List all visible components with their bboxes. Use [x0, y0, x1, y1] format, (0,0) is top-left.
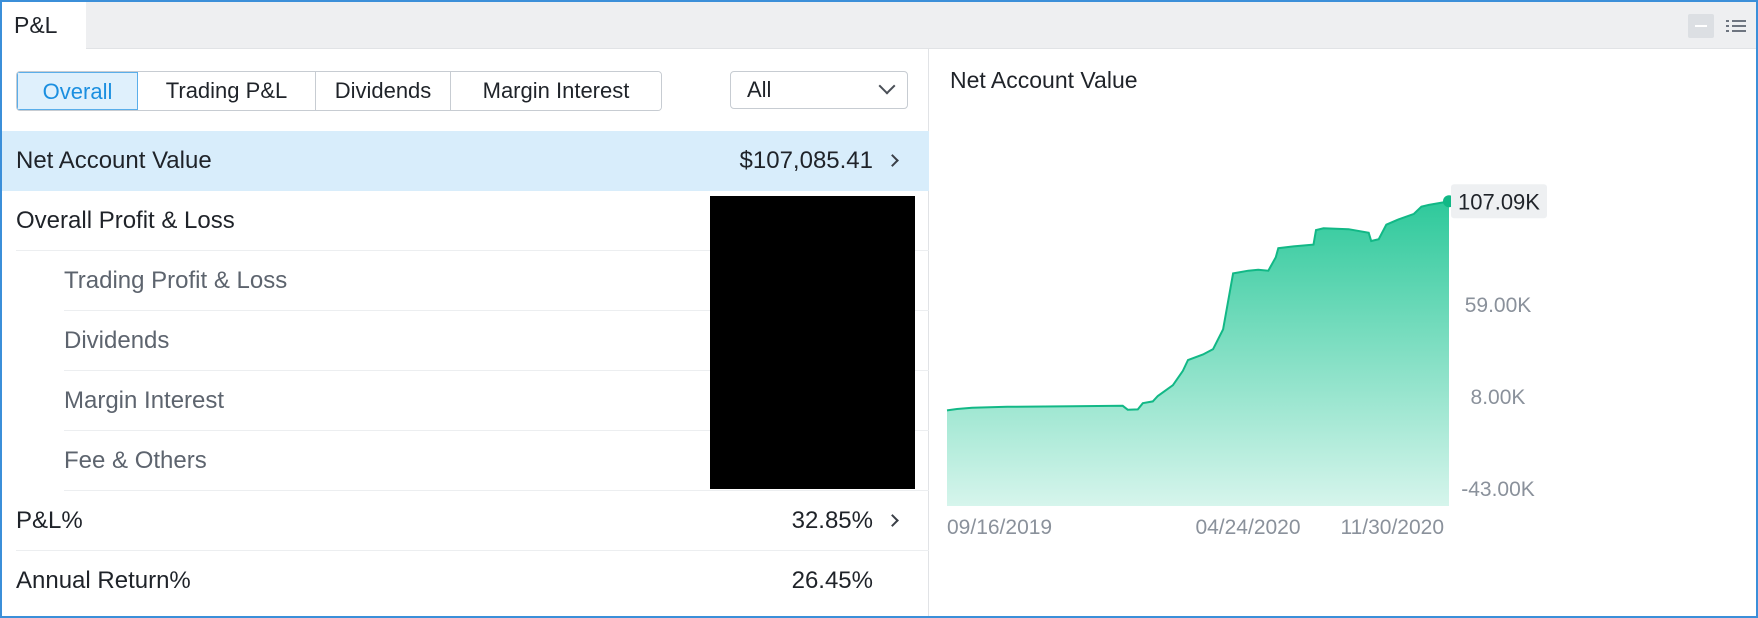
pl-percent-value: 32.85%: [791, 507, 873, 534]
tab-overall[interactable]: Overall: [17, 72, 138, 110]
tab-trading-pl[interactable]: Trading P&L: [138, 72, 316, 110]
tab-pl[interactable]: P&L: [2, 2, 86, 50]
widget-header: P&L: [2, 2, 1756, 50]
pl-percent-row[interactable]: P&L% 32.85%: [2, 491, 929, 551]
fee-others-label: Fee & Others: [64, 447, 207, 474]
overall-pl-label: Overall Profit & Loss: [16, 207, 235, 234]
chart-panel: Net Account Value 107.09K 59.00K 8.00K -43.…: [930, 49, 1756, 616]
annual-return-value: 26.45%: [791, 567, 873, 594]
net-account-value-row[interactable]: Net Account Value $107,085.41: [2, 131, 929, 191]
period-select-value: All: [747, 77, 772, 102]
chevron-right-icon: [886, 514, 899, 527]
tab-margin-interest[interactable]: Margin Interest: [451, 72, 661, 110]
chevron-right-icon: [886, 154, 899, 167]
redacted-values-block: [710, 196, 915, 489]
pl-category-tabs: Overall Trading P&L Dividends Margin Int…: [16, 71, 662, 111]
chevron-down-icon: [878, 77, 896, 95]
tab-dividends[interactable]: Dividends: [316, 72, 451, 110]
x-tick-label: 09/16/2019: [947, 516, 1052, 539]
net-account-value-amount: $107,085.41: [739, 147, 873, 174]
dividends-label: Dividends: [64, 327, 170, 354]
annual-return-row: Annual Return% 26.45%: [2, 551, 929, 611]
period-select[interactable]: All: [730, 71, 908, 109]
y-tick-label: -43.00K: [1461, 478, 1535, 501]
net-account-value-label: Net Account Value: [16, 147, 212, 174]
y-tick-label: 8.00K: [1471, 386, 1526, 409]
margin-interest-label: Margin Interest: [64, 387, 225, 414]
pl-percent-label: P&L%: [16, 507, 83, 534]
chart-area-fill: [947, 201, 1449, 507]
y-tick-label: 59.00K: [1465, 294, 1532, 317]
annual-return-label: Annual Return%: [16, 567, 191, 594]
x-tick-label: 11/30/2020: [1340, 516, 1444, 539]
x-tick-label: 04/24/2020: [1195, 516, 1300, 539]
pl-summary-panel: Overall Trading P&L Dividends Margin Int…: [2, 49, 929, 616]
current-value-label: 107.09K: [1458, 189, 1540, 214]
list-menu-icon[interactable]: [1722, 14, 1748, 38]
trading-pl-label: Trading Profit & Loss: [64, 267, 288, 294]
net-account-value-chart[interactable]: 107.09K 59.00K 8.00K -43.00K 09/16/2019 04/24…: [930, 49, 1756, 616]
minimize-icon[interactable]: [1688, 14, 1714, 38]
